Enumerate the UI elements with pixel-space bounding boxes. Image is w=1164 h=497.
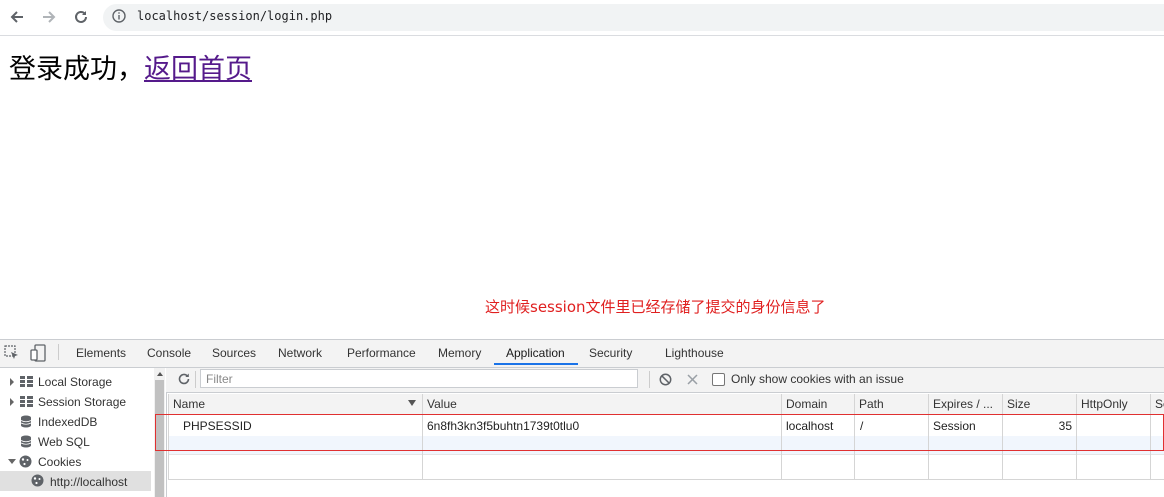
- column-header-size[interactable]: Size: [1007, 394, 1031, 414]
- reload-icon: [75, 10, 87, 23]
- database-icon: [20, 435, 32, 448]
- column-header-name[interactable]: Name: [173, 394, 206, 414]
- sidebar-item-local-storage[interactable]: Local Storage: [38, 372, 112, 392]
- info-icon[interactable]: [112, 9, 126, 23]
- toolbar-divider: [58, 344, 59, 360]
- tab-lighthouse[interactable]: Lighthouse: [665, 340, 724, 367]
- column-header-expires[interactable]: Expires / ...: [933, 394, 994, 414]
- tab-network[interactable]: Network: [278, 340, 322, 367]
- sidebar-item-web-sql[interactable]: Web SQL: [38, 432, 90, 452]
- reload-button[interactable]: [70, 6, 92, 28]
- forward-button[interactable]: [38, 6, 60, 28]
- tab-elements[interactable]: Elements: [76, 340, 126, 367]
- sidebar-item-cookies[interactable]: Cookies: [38, 452, 81, 472]
- column-header-path[interactable]: Path: [859, 394, 884, 414]
- cookie-icon: [19, 455, 32, 468]
- clear-all-icon[interactable]: [659, 373, 672, 386]
- column-header-value[interactable]: Value: [427, 394, 457, 414]
- login-success-message: 登录成功，返回首页: [9, 52, 252, 88]
- tab-console[interactable]: Console: [147, 340, 191, 367]
- tab-security[interactable]: Security: [589, 340, 632, 367]
- filter-divider: [195, 371, 196, 388]
- sidebar-item-session-storage[interactable]: Session Storage: [38, 392, 126, 412]
- expand-arrow-icon[interactable]: [8, 397, 16, 407]
- back-button[interactable]: [6, 6, 28, 28]
- expand-arrow-icon[interactable]: [8, 377, 16, 387]
- storage-grid-icon: [20, 396, 33, 407]
- tab-performance[interactable]: Performance: [347, 340, 416, 367]
- forward-arrow-icon: [43, 11, 56, 23]
- home-link[interactable]: 返回首页: [144, 54, 252, 85]
- row-divider: [168, 454, 1164, 455]
- inspect-element-icon[interactable]: [4, 345, 20, 361]
- delete-selected-icon[interactable]: [687, 374, 698, 385]
- only-issue-label: Only show cookies with an issue: [731, 372, 904, 386]
- column-header-secure[interactable]: Se: [1155, 394, 1164, 414]
- only-issue-checkbox[interactable]: [712, 373, 725, 386]
- column-header-httponly[interactable]: HttpOnly: [1081, 394, 1128, 414]
- cookie-icon: [31, 474, 44, 487]
- storage-grid-icon: [20, 376, 33, 387]
- highlight-annotation-box: [155, 414, 1164, 451]
- refresh-icon[interactable]: [177, 372, 191, 386]
- annotation-text: 这时候session文件里已经存储了提交的身份信息了: [485, 298, 826, 316]
- tab-memory[interactable]: Memory: [438, 340, 481, 367]
- active-tab-indicator: [494, 363, 578, 365]
- scroll-up-icon[interactable]: [156, 371, 164, 377]
- device-toolbar-icon[interactable]: [30, 344, 46, 362]
- url-text[interactable]: localhost/session/login.php: [137, 9, 332, 23]
- filter-input[interactable]: Filter: [200, 369, 638, 388]
- sort-descending-icon[interactable]: [408, 400, 416, 407]
- database-icon: [20, 415, 32, 428]
- sidebar-item-indexeddb[interactable]: IndexedDB: [38, 412, 97, 432]
- column-header-domain[interactable]: Domain: [786, 394, 828, 414]
- collapse-arrow-icon[interactable]: [7, 458, 17, 466]
- sidebar-item-cookies-localhost[interactable]: http://localhost: [50, 472, 127, 492]
- tab-sources[interactable]: Sources: [212, 340, 256, 367]
- back-arrow-icon: [10, 11, 23, 23]
- row-divider: [168, 479, 1164, 480]
- success-text: 登录成功，: [9, 54, 144, 85]
- filter-divider: [649, 371, 650, 388]
